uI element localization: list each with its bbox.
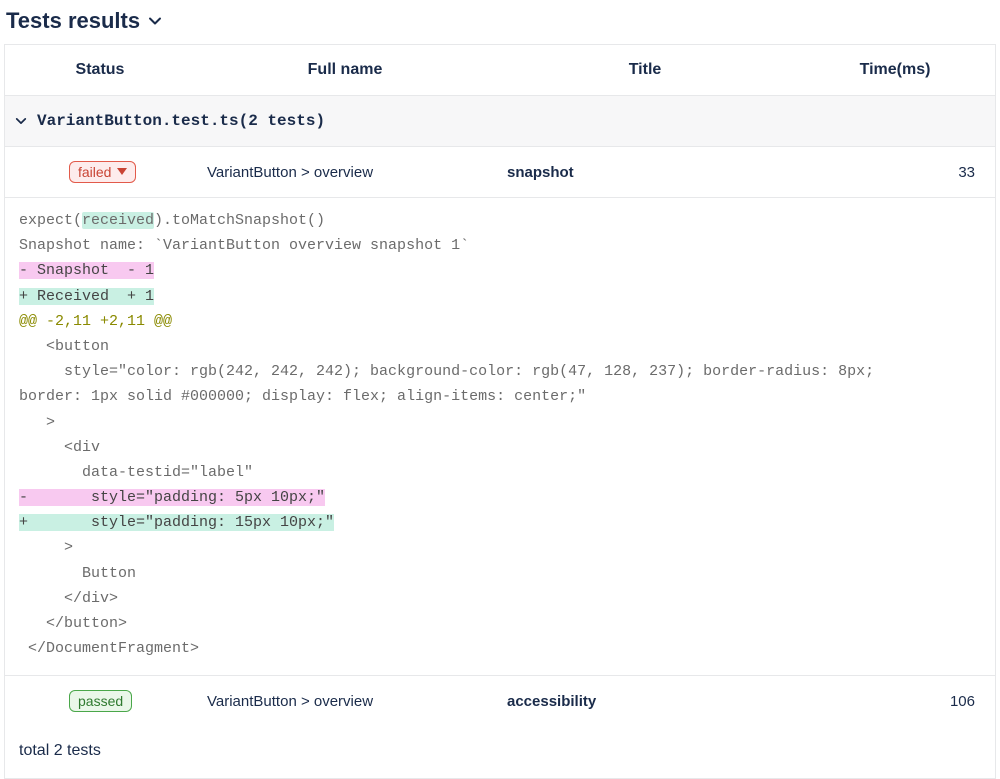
test-title: accessibility: [495, 693, 795, 710]
status-badge-label: passed: [78, 693, 123, 709]
status-badge-passed[interactable]: passed: [69, 690, 132, 712]
chevron-down-icon: [15, 115, 27, 127]
status-badge-failed[interactable]: failed: [69, 161, 136, 183]
test-fullname: VariantButton > overview: [195, 164, 495, 181]
test-fullname: VariantButton > overview: [195, 693, 495, 710]
table-row: failed VariantButton > overview snapshot…: [5, 147, 995, 198]
table-row: passed VariantButton > overview accessib…: [5, 676, 995, 726]
panel-title[interactable]: Tests results: [4, 6, 996, 44]
test-group-label: VariantButton.test.ts(2 tests): [37, 112, 325, 130]
col-status: Status: [5, 45, 195, 95]
col-title: Title: [495, 45, 795, 95]
panel-title-text: Tests results: [6, 8, 140, 34]
col-time: Time(ms): [795, 45, 995, 95]
tests-total: total 2 tests: [5, 726, 995, 778]
test-time: 106: [795, 693, 995, 710]
snapshot-diff: expect(received).toMatchSnapshot() Snaps…: [5, 198, 995, 676]
tests-table: Status Full name Title Time(ms) VariantB…: [4, 44, 996, 779]
test-title: snapshot: [495, 164, 795, 181]
chevron-down-icon: [148, 14, 162, 28]
test-time: 33: [795, 164, 995, 181]
table-header: Status Full name Title Time(ms): [5, 45, 995, 96]
col-fullname: Full name: [195, 45, 495, 95]
status-badge-label: failed: [78, 164, 111, 180]
triangle-down-icon: [117, 168, 127, 176]
test-group-row[interactable]: VariantButton.test.ts(2 tests): [5, 96, 995, 147]
